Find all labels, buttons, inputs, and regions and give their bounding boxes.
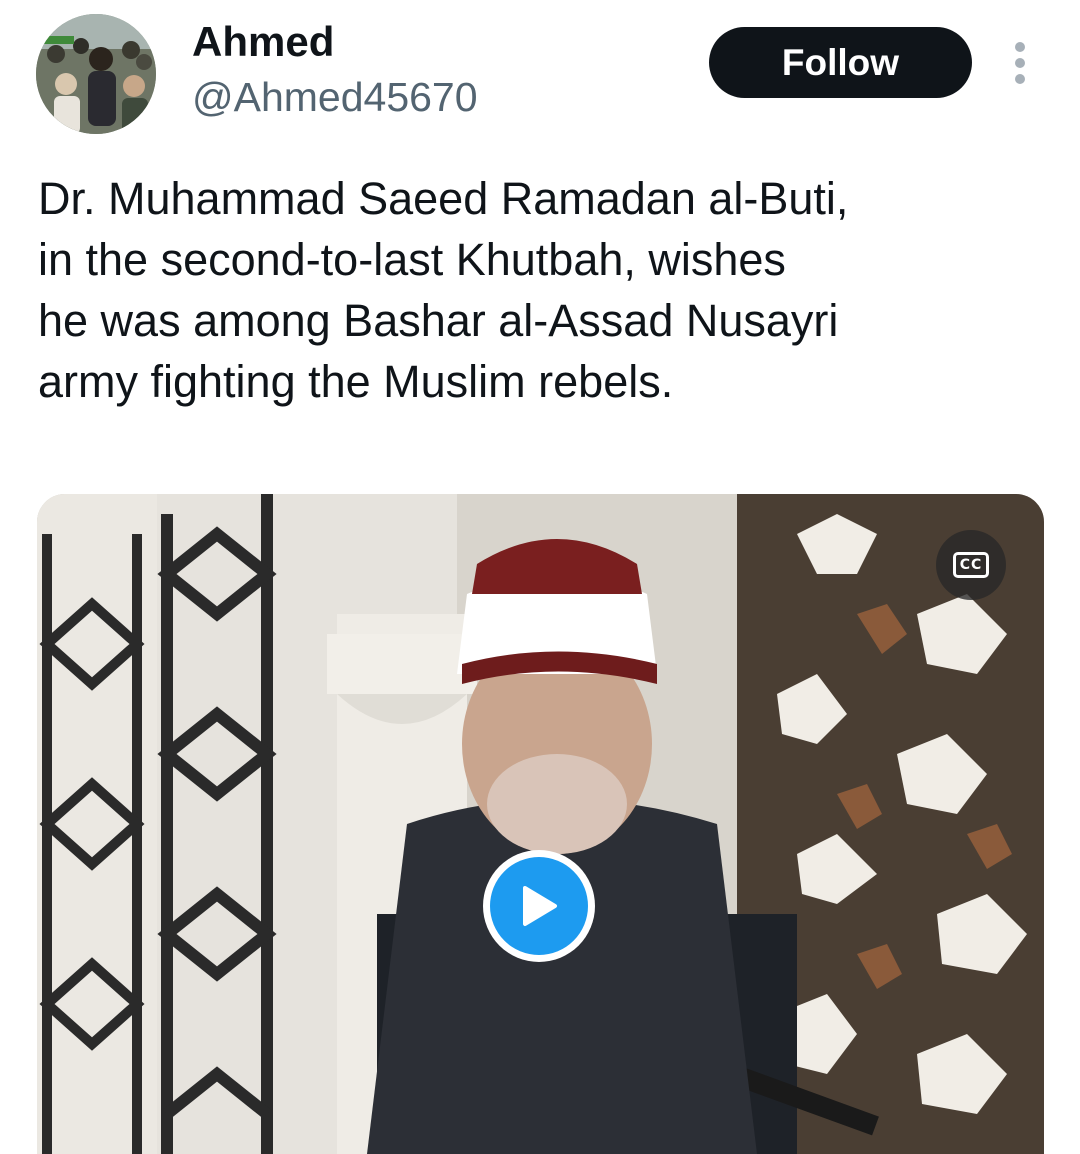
cc-icon: CC (952, 552, 990, 578)
tweet-text-line: he was among Bashar al-Assad Nusayri (38, 295, 839, 346)
author-display-name[interactable]: Ahmed (192, 18, 334, 66)
tweet-text: Dr. Muhammad Saeed Ramadan al-Buti, in t… (38, 168, 1048, 412)
more-options-icon[interactable] (1004, 40, 1036, 86)
avatar[interactable] (36, 14, 156, 134)
tweet-header: Ahmed @Ahmed45670 Follow (0, 0, 1080, 150)
tweet-text-line: Dr. Muhammad Saeed Ramadan al-Buti, (38, 173, 849, 224)
tweet-text-line: army fighting the Muslim rebels. (38, 356, 674, 407)
video-thumbnail (37, 494, 1044, 1154)
captions-button[interactable]: CC (936, 530, 1006, 600)
play-icon (490, 857, 588, 955)
follow-button[interactable]: Follow (709, 27, 972, 98)
more-dot (1015, 74, 1025, 84)
tweet-text-line: in the second-to-last Khutbah, wishes (38, 234, 786, 285)
play-button[interactable] (483, 850, 595, 962)
more-dot (1015, 42, 1025, 52)
author-handle[interactable]: @Ahmed45670 (192, 74, 478, 121)
video-player[interactable]: CC (37, 494, 1044, 1154)
more-dot (1015, 58, 1025, 68)
